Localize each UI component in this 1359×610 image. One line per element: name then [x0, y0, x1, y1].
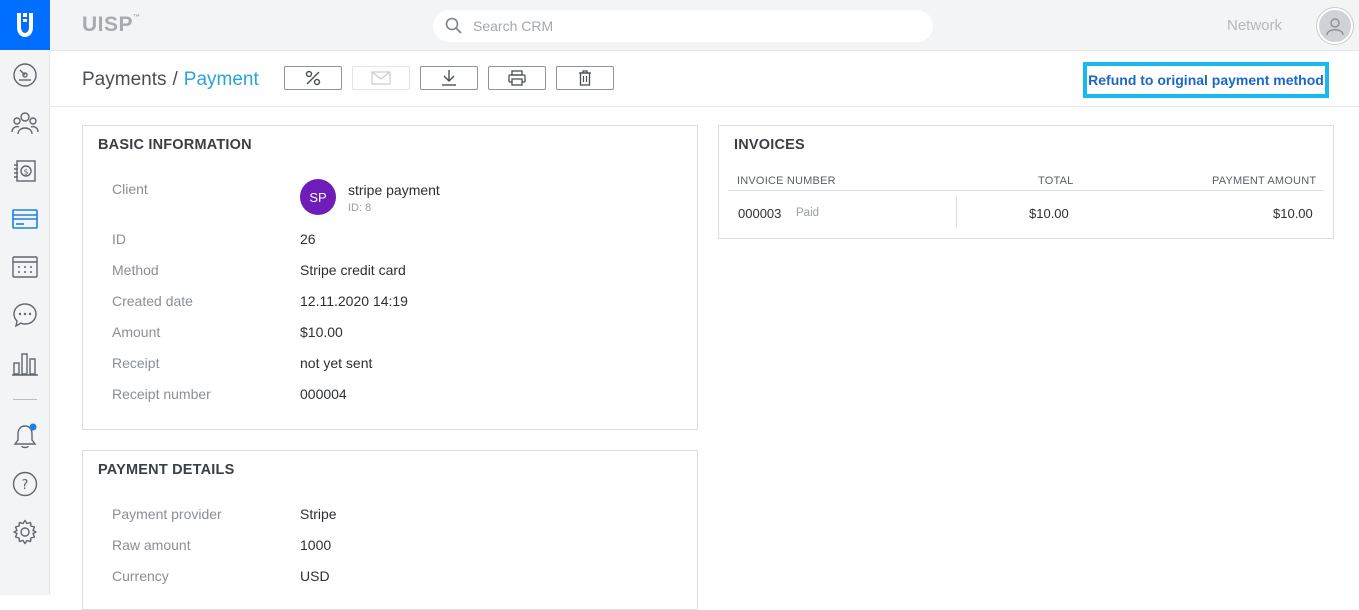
- invoice-number-link[interactable]: 000003: [738, 206, 781, 221]
- search-input[interactable]: [473, 18, 893, 34]
- ubiquiti-logo[interactable]: [0, 0, 50, 50]
- amount-value: $10.00: [300, 324, 343, 340]
- refund-button[interactable]: Refund to original payment method: [1083, 62, 1329, 98]
- unlink-icon: [305, 70, 321, 86]
- invoice-payment-amount: $10.00: [1273, 206, 1313, 221]
- unlink-payment-button[interactable]: [284, 66, 342, 90]
- receipt-number-label: Receipt number: [112, 386, 211, 402]
- clients-icon[interactable]: [10, 108, 40, 138]
- sidebar-divider: [13, 399, 37, 400]
- brand-name: UISP: [82, 13, 134, 36]
- invoice-status: Paid: [796, 207, 820, 219]
- logo-icon: [17, 13, 33, 37]
- breadcrumb-payments[interactable]: Payments: [82, 69, 166, 90]
- breadcrumb: Payments / Payment: [82, 69, 259, 91]
- method-value: Stripe credit card: [300, 262, 406, 278]
- raw-amount-value: 1000: [300, 537, 332, 553]
- method-label: Method: [112, 262, 159, 278]
- panel-title: PAYMENT DETAILS: [98, 462, 235, 478]
- receipt-value: not yet sent: [300, 355, 373, 371]
- breadcrumb-separator: /: [172, 69, 178, 90]
- send-receipt-button[interactable]: [352, 66, 410, 90]
- reports-icon[interactable]: [10, 348, 40, 378]
- settings-gear-icon[interactable]: [10, 517, 40, 547]
- printer-icon: [508, 70, 526, 86]
- sidebar: $ ?: [0, 0, 50, 595]
- breadcrumb-payment: Payment: [183, 69, 259, 90]
- payment-provider-label: Payment provider: [112, 506, 222, 522]
- download-icon: [442, 70, 456, 86]
- notifications-bell-icon[interactable]: [10, 421, 40, 451]
- payment-provider-value: Stripe: [300, 506, 337, 522]
- delete-button[interactable]: [556, 66, 614, 90]
- trash-icon: [579, 70, 591, 86]
- dashboard-icon[interactable]: [10, 60, 40, 90]
- billing-icon[interactable]: $: [10, 156, 40, 186]
- scheduling-icon[interactable]: [10, 252, 40, 282]
- print-button[interactable]: [488, 66, 546, 90]
- column-payment-amount: PAYMENT AMOUNT: [1212, 175, 1317, 187]
- id-label: ID: [112, 231, 126, 247]
- page-header: Payments / Payment Refund to original paym…: [50, 51, 1359, 107]
- receipt-label: Receipt: [112, 355, 160, 371]
- column-invoice-number: INVOICE NUMBER: [737, 175, 836, 187]
- receipt-number-value: 000004: [300, 386, 347, 402]
- table-cell-divider: [956, 196, 957, 228]
- network-link[interactable]: Network: [1227, 17, 1282, 34]
- brand-logo[interactable]: UISP™: [82, 13, 141, 37]
- basic-information-panel: BASIC INFORMATION Client SP stripe payme…: [82, 125, 698, 430]
- table-header-divider: [728, 190, 1324, 191]
- svg-text:?: ?: [22, 478, 29, 493]
- currency-value: USD: [300, 568, 330, 584]
- invoices-panel: INVOICES INVOICE NUMBER TOTAL PAYMENT AM…: [718, 125, 1334, 239]
- created-date-label: Created date: [112, 293, 193, 309]
- invoice-total: $10.00: [1029, 206, 1069, 221]
- payment-details-panel: PAYMENT DETAILS Payment provider Stripe …: [82, 450, 698, 610]
- client-avatar[interactable]: SP: [300, 179, 336, 215]
- user-avatar[interactable]: [1317, 8, 1353, 44]
- payments-card-icon[interactable]: [10, 204, 40, 234]
- messages-icon[interactable]: [10, 300, 40, 330]
- client-label: Client: [112, 181, 148, 197]
- search-bar[interactable]: [433, 10, 933, 42]
- top-bar: UISP™ Network: [50, 0, 1359, 51]
- currency-label: Currency: [112, 568, 169, 584]
- raw-amount-label: Raw amount: [112, 537, 191, 553]
- amount-label: Amount: [112, 324, 161, 340]
- client-id: ID: 8: [348, 202, 372, 214]
- created-date-value: 12.11.2020 14:19: [300, 293, 408, 309]
- id-value: 26: [300, 231, 316, 247]
- brand-trademark: ™: [133, 14, 141, 21]
- download-button[interactable]: [420, 66, 478, 90]
- help-icon[interactable]: ?: [10, 469, 40, 499]
- user-icon: [1326, 18, 1344, 36]
- panel-title: INVOICES: [734, 137, 805, 153]
- search-icon: [445, 17, 462, 34]
- client-name-link[interactable]: stripe payment: [348, 182, 440, 198]
- svg-text:$: $: [23, 168, 28, 177]
- envelope-icon: [371, 71, 391, 85]
- column-total: TOTAL: [1038, 175, 1074, 187]
- panel-title: BASIC INFORMATION: [98, 137, 252, 153]
